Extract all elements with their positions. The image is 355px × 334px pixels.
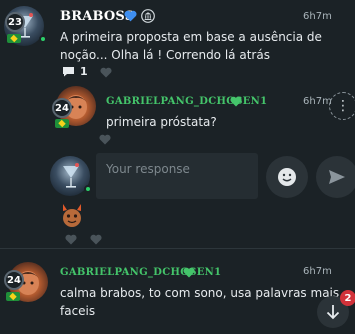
reply-text: primeira próstata?: [106, 115, 217, 129]
comment-text-line: faceis: [60, 304, 96, 318]
response-placeholder: Your response: [106, 162, 190, 176]
like-heart-icon[interactable]: [65, 234, 77, 245]
response-input[interactable]: Your response: [96, 153, 258, 199]
devil-emoji-icon: [63, 204, 81, 227]
speech-bubble-icon: [63, 67, 74, 77]
comment-text-line: calma brabos, to com sono, usa palavras …: [60, 286, 340, 300]
brazil-flag-icon: [7, 34, 21, 43]
brazil-flag-icon: [6, 292, 20, 301]
comment-text-line: A primeira proposta em base a ausência d…: [60, 30, 322, 44]
send-button[interactable]: [316, 156, 355, 198]
online-status-dot: [84, 185, 92, 193]
replies-button[interactable]: 1: [62, 65, 88, 78]
level-badge: 24: [4, 270, 24, 290]
brazil-flag-icon: [55, 119, 69, 128]
like-heart-icon[interactable]: [100, 67, 112, 78]
level-badge: 23: [5, 12, 25, 32]
comment-text: A primeira proposta em base a ausência d…: [60, 28, 322, 64]
level-badge: 24: [52, 98, 72, 118]
smiley-icon: [278, 168, 296, 186]
send-arrow-icon: [329, 170, 345, 184]
verified-heart-icon: [230, 96, 242, 107]
like-heart-icon[interactable]: [99, 134, 111, 145]
more-options-button[interactable]: ⋮: [329, 92, 355, 120]
comment-text-line: noção... Olha lá ! Correndo lá atrás: [60, 48, 270, 62]
verified-heart-icon: [183, 267, 195, 278]
arrow-down-icon: [326, 305, 340, 320]
comments-panel: 23 BRABOSS 6h7m A primeira proposta em b…: [0, 0, 355, 334]
bank-badge-icon: [141, 9, 155, 23]
notification-badge: 2: [340, 290, 355, 306]
comment-time: 6h7m: [303, 266, 332, 277]
online-status-dot: [39, 35, 47, 43]
emoji-button[interactable]: [266, 156, 308, 198]
verified-heart-icon: [124, 10, 137, 22]
reply-time: 6h7m: [303, 96, 332, 107]
divider: [0, 248, 355, 249]
comment-author[interactable]: GABRIELPANG_DCHOSEN1: [60, 267, 221, 278]
comment-text: calma brabos, to com sono, usa palavras …: [60, 284, 339, 320]
reply-author[interactable]: GABRIELPANG_DCHOSEN1: [106, 96, 267, 107]
reply-count: 1: [80, 65, 88, 78]
comment-time: 6h7m: [303, 11, 332, 22]
like-heart-icon[interactable]: [90, 234, 102, 245]
